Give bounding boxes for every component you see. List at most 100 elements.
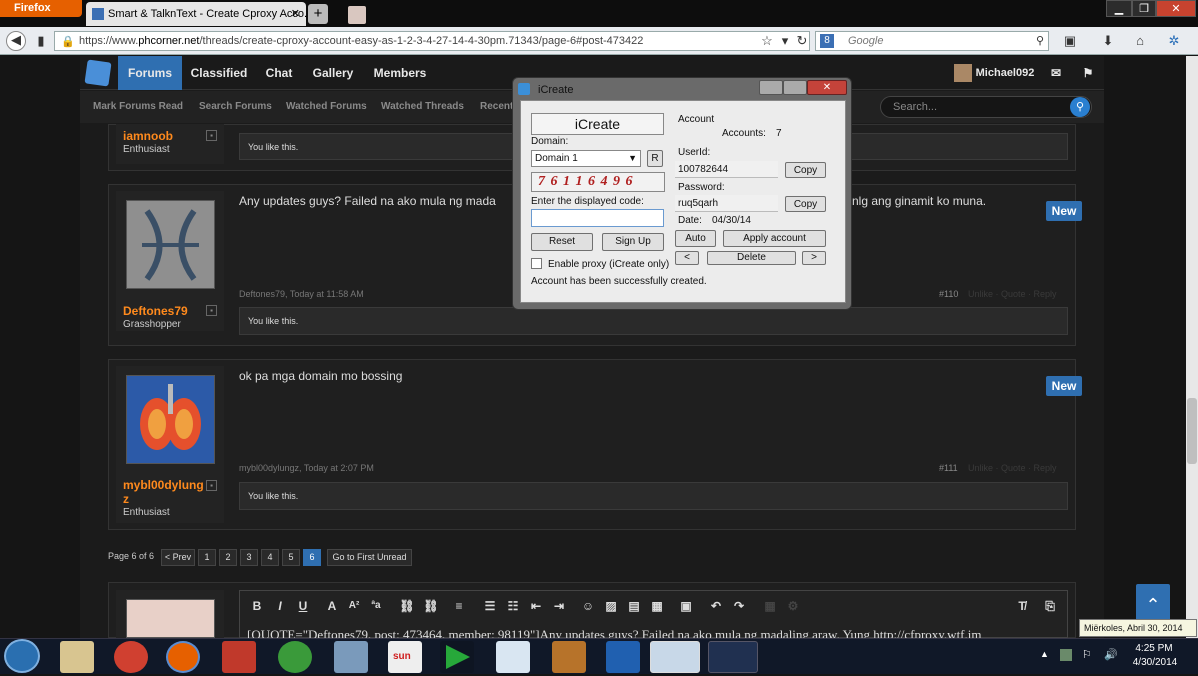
user-avatar[interactable] <box>126 200 215 289</box>
close-tab-icon[interactable]: ✕ <box>291 7 300 20</box>
mark-forums-read-link[interactable]: Mark Forums Read <box>93 91 183 123</box>
page-5-button[interactable]: 5 <box>282 549 300 566</box>
sun-app-icon[interactable]: sun <box>388 641 422 673</box>
table-icon[interactable]: ▦ <box>762 596 778 616</box>
font-family-icon[interactable]: ªa <box>368 596 384 616</box>
phcorner-taskbar-icon[interactable] <box>708 641 758 673</box>
browser-tab[interactable]: Smart & TalknText - Create Cproxy Acco..… <box>86 2 306 26</box>
magnifier-icon[interactable]: ⚲ <box>1036 34 1044 47</box>
clock-date[interactable]: 4/30/2014 <box>1128 657 1182 668</box>
page-6-button[interactable]: 6 <box>303 549 321 566</box>
smilie-icon[interactable]: ☺ <box>580 596 596 616</box>
password-field[interactable]: ruq5qarh <box>675 195 778 212</box>
bold-button[interactable]: B <box>249 596 265 616</box>
sign-up-button[interactable]: Sign Up <box>602 233 664 251</box>
scrollbar-track[interactable] <box>1186 56 1198 638</box>
minimize-window-button[interactable]: ▁ <box>1106 0 1132 17</box>
media-player-icon[interactable] <box>440 641 474 673</box>
home-icon[interactable]: ⌂ <box>1132 33 1148 49</box>
nav-gallery[interactable]: Gallery <box>306 56 360 90</box>
tray-app-icon[interactable] <box>1060 649 1072 661</box>
restore-window-button[interactable]: ❐ <box>1132 0 1156 17</box>
alerts-flag-icon[interactable]: ⚑ <box>1078 56 1098 90</box>
first-unread-button[interactable]: Go to First Unread <box>327 549 412 566</box>
settings-icon[interactable]: ⚙ <box>785 596 801 616</box>
underline-button[interactable]: U <box>295 596 311 616</box>
volume-icon[interactable]: 🔊 <box>1104 648 1118 661</box>
link-icon[interactable]: ⛓ <box>398 596 416 616</box>
post-username[interactable]: mybl00dylung z <box>123 478 207 506</box>
user-avatar[interactable] <box>126 375 215 464</box>
nav-chat[interactable]: Chat <box>258 56 300 90</box>
enable-proxy-checkbox[interactable] <box>531 258 542 269</box>
page-menu-icon[interactable]: ▣ <box>1062 33 1078 49</box>
icreate-taskbar-icon[interactable] <box>650 641 700 673</box>
updater-icon[interactable] <box>278 641 312 673</box>
clock-time[interactable]: 4:25 PM <box>1134 643 1174 654</box>
back-icon[interactable]: ◀ <box>6 31 26 51</box>
page-3-button[interactable]: 3 <box>240 549 258 566</box>
editor-text[interactable]: [QUOTE="Deftones79, post: 473464, member… <box>247 628 1059 638</box>
post-username[interactable]: Deftones79 <box>123 304 188 318</box>
window-app-icon[interactable] <box>496 641 530 673</box>
page-4-button[interactable]: 4 <box>261 549 279 566</box>
site-logo-icon[interactable] <box>84 59 112 87</box>
save-draft-icon[interactable]: ▣ <box>678 596 694 616</box>
network-app-icon[interactable] <box>334 641 368 673</box>
tray-expand-icon[interactable]: ▲ <box>1040 649 1049 659</box>
bullet-list-icon[interactable]: ☰ <box>482 596 498 616</box>
chrome-icon[interactable] <box>114 641 148 673</box>
firefox-menu-button[interactable]: Firefox <box>0 0 82 17</box>
action-center-icon[interactable]: ⚐ <box>1082 648 1092 661</box>
post-actions[interactable]: Unlike · Quote · Reply <box>968 463 1057 473</box>
game-icon[interactable] <box>552 641 586 673</box>
watched-threads-link[interactable]: Watched Threads <box>381 91 464 123</box>
italic-button[interactable]: I <box>272 596 288 616</box>
domain-select[interactable]: Domain 1 ▼ <box>531 150 641 167</box>
unlink-icon[interactable]: ⛓ <box>422 596 440 616</box>
align-icon[interactable]: ≡ <box>451 596 467 616</box>
watched-forums-link[interactable]: Watched Forums <box>286 91 367 123</box>
post-meta[interactable]: Deftones79, Today at 11:58 AM <box>239 289 364 299</box>
next-account-button[interactable]: > <box>802 251 826 265</box>
new-tab-button[interactable]: + <box>308 4 328 24</box>
delete-button[interactable]: Delete <box>707 251 796 265</box>
bookmarks-icon[interactable]: ▮ <box>33 33 49 49</box>
search-input[interactable]: 8 Google ⚲ <box>815 31 1049 51</box>
post-number[interactable]: #111 <box>939 463 958 473</box>
page-2-button[interactable]: 2 <box>219 549 237 566</box>
firefox-icon[interactable] <box>166 641 200 673</box>
media-icon[interactable]: ▤ <box>626 596 642 616</box>
close-window-button[interactable]: ✕ <box>1156 0 1196 17</box>
post-username[interactable]: iamnoob <box>123 129 173 143</box>
post-actions[interactable]: Unlike · Quote · Reply <box>968 289 1057 299</box>
redo-icon[interactable]: ↷ <box>731 596 747 616</box>
auto-button[interactable]: Auto <box>675 230 716 247</box>
bookmark-star-icon[interactable]: ☆ <box>759 33 775 49</box>
inbox-icon[interactable]: ✉ <box>1046 56 1066 90</box>
image-icon[interactable]: ▨ <box>603 596 619 616</box>
refresh-captcha-button[interactable]: R <box>647 150 663 167</box>
outdent-icon[interactable]: ⇤ <box>528 596 544 616</box>
addon-icon[interactable]: ✲ <box>1166 33 1182 49</box>
close-button[interactable]: ✕ <box>807 80 847 95</box>
post-meta[interactable]: mybl00dylungz, Today at 2:07 PM <box>239 463 374 473</box>
copy-password-button[interactable]: Copy <box>785 196 826 212</box>
photoshop-icon[interactable] <box>606 641 640 673</box>
page-1-button[interactable]: 1 <box>198 549 216 566</box>
ccleaner-icon[interactable] <box>222 641 256 673</box>
remove-format-icon[interactable]: T̸ <box>1013 596 1031 616</box>
explorer-icon[interactable] <box>60 641 94 673</box>
indent-icon[interactable]: ⇥ <box>551 596 567 616</box>
nav-members[interactable]: Members <box>366 56 434 90</box>
userid-field[interactable]: 100782644 <box>675 161 778 178</box>
maximize-button[interactable] <box>783 80 807 95</box>
previous-account-button[interactable]: < <box>675 251 699 265</box>
search-forums-link[interactable]: Search Forums <box>199 91 272 123</box>
nav-forums[interactable]: Forums <box>118 56 182 90</box>
text-color-icon[interactable]: A <box>324 596 340 616</box>
url-dropdown-icon[interactable]: ▾ <box>777 33 793 49</box>
reset-button[interactable]: Reset <box>531 233 593 251</box>
post-number[interactable]: #110 <box>939 289 958 299</box>
recent-link[interactable]: Recent <box>480 91 513 123</box>
